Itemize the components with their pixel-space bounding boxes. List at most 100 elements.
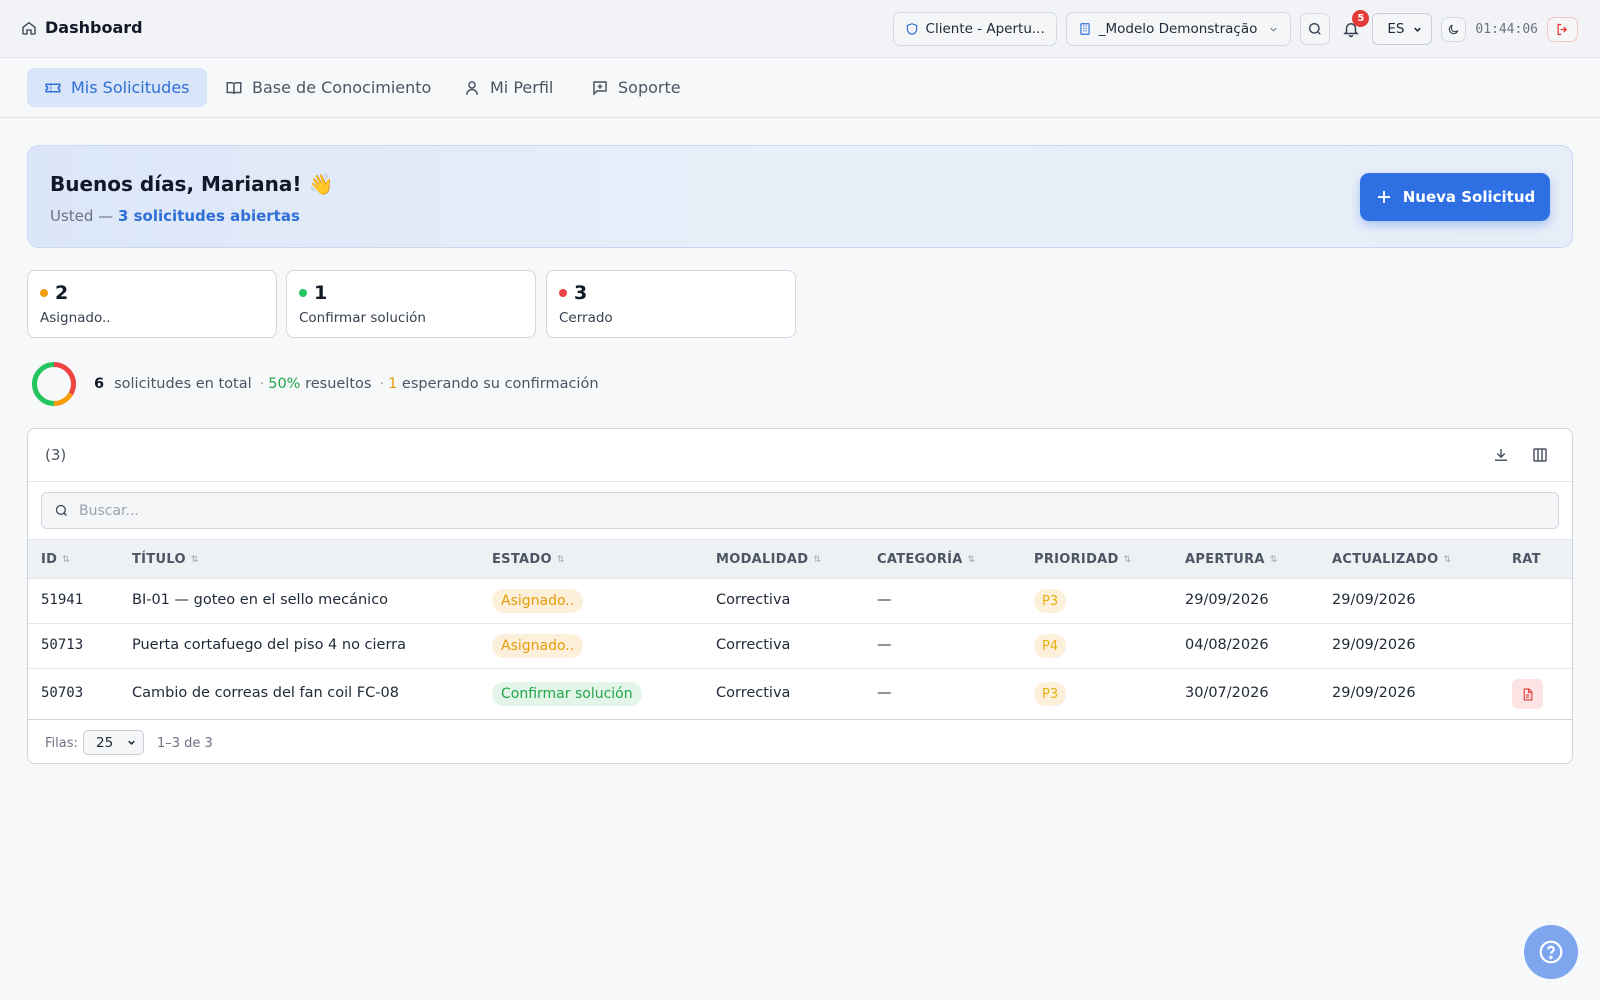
table-row[interactable]: 51941 BI-01 — goteo en el sello mecánico…: [28, 579, 1572, 624]
status-dot: [40, 289, 48, 297]
stat-label: Asignado..: [40, 310, 111, 326]
theme-toggle[interactable]: [1441, 16, 1467, 42]
separator: ·: [259, 376, 265, 392]
column-header-titulo[interactable]: TÍTULO ⇅: [132, 552, 199, 567]
columns-icon[interactable]: [1531, 446, 1549, 464]
tab-base-de-conocimiento[interactable]: Base de Conocimiento: [208, 68, 448, 107]
brand[interactable]: Dashboard: [21, 18, 143, 37]
cell-title: Cambio de correas del fan coil FC-08: [132, 685, 399, 701]
column-label: MODALIDAD: [716, 552, 809, 567]
new-request-button[interactable]: Nueva Solicitud: [1360, 173, 1550, 221]
column-header-estado[interactable]: ESTADO ⇅: [492, 552, 565, 567]
stat-value: 3: [574, 282, 588, 304]
top-right-controls: Cliente - Apertu... _Modelo Demonstração…: [892, 10, 1578, 46]
shield-icon: [906, 23, 917, 35]
cell-category: —: [877, 592, 892, 608]
table-footer: Filas: 25 1–3 de 3: [28, 719, 1572, 763]
notification-badge: 5: [1352, 10, 1370, 27]
table-row[interactable]: 50703 Cambio de correas del fan coil FC-…: [28, 669, 1572, 719]
tab-mi-perfil[interactable]: Mi Perfil: [446, 68, 570, 107]
sort-icon: ⇅: [62, 554, 71, 565]
moon-icon: [1449, 24, 1459, 34]
column-label: APERTURA: [1185, 552, 1265, 567]
search-button[interactable]: [1300, 13, 1331, 45]
column-header-actualizado[interactable]: ACTUALIZADO ⇅: [1332, 552, 1451, 567]
column-header-rat: RAT: [1512, 552, 1541, 567]
ticket-icon: [45, 83, 61, 92]
greeting-prefix: Usted —: [50, 207, 118, 225]
table-row[interactable]: 50713 Puerta cortafuego del piso 4 no ci…: [28, 624, 1572, 669]
column-label: ID: [41, 552, 58, 567]
logout-icon: [1557, 23, 1568, 35]
column-label: CATEGORÍA: [877, 552, 963, 567]
column-label: TÍTULO: [132, 552, 186, 567]
column-header-id[interactable]: ID ⇅: [41, 552, 70, 567]
sort-icon: ⇅: [556, 554, 565, 565]
cell-updated: 29/09/2026: [1332, 685, 1416, 701]
sort-icon: ⇅: [1443, 554, 1452, 565]
stat-label: Cerrado: [559, 310, 613, 326]
open-requests-link[interactable]: 3 solicitudes abiertas: [118, 207, 300, 225]
sort-icon: ⇅: [190, 554, 199, 565]
download-icon[interactable]: [1492, 446, 1510, 464]
column-header-apertura[interactable]: APERTURA ⇅: [1185, 552, 1278, 567]
tab-label: Soporte: [618, 78, 681, 97]
role-label: Cliente - Apertu...: [925, 21, 1045, 37]
column-header-categoria[interactable]: CATEGORÍA ⇅: [877, 552, 976, 567]
language-select[interactable]: ES: [1372, 13, 1433, 45]
priority-badge: P4: [1034, 634, 1067, 658]
role-selector[interactable]: Cliente - Apertu...: [892, 12, 1057, 46]
rows-per-page-select[interactable]: 25: [83, 730, 144, 755]
status-badge: Confirmar solución: [492, 682, 642, 706]
status-dot: [559, 289, 567, 297]
resolved-percent: 50%: [268, 376, 301, 392]
rows-label: Filas:: [45, 736, 78, 751]
sort-icon: ⇅: [1123, 554, 1132, 565]
logout-button[interactable]: [1547, 16, 1578, 42]
new-request-label: Nueva Solicitud: [1402, 188, 1536, 206]
cell-modality: Correctiva: [716, 592, 791, 608]
stat-label: Confirmar solución: [299, 310, 426, 326]
message-plus-icon: [593, 80, 607, 96]
sort-icon: ⇅: [967, 554, 976, 565]
language-value: ES: [1387, 21, 1405, 37]
sort-icon: ⇅: [1269, 554, 1278, 565]
search-icon: [55, 504, 67, 516]
tab-mis-solicitudes[interactable]: Mis Solicitudes: [27, 68, 207, 107]
org-selector[interactable]: _Modelo Demonstração: [1065, 12, 1292, 46]
total-label: solicitudes en total: [114, 376, 252, 392]
total-count: 6: [94, 376, 105, 392]
help-circle-icon: [1539, 940, 1563, 964]
column-label: ESTADO: [492, 552, 552, 567]
stat-card-asignado[interactable]: 2 Asignado..: [27, 270, 277, 338]
cell-updated: 29/09/2026: [1332, 637, 1416, 653]
resolved-label: resueltos: [305, 376, 372, 392]
waiting-count: 1: [388, 376, 398, 392]
cell-category: —: [877, 685, 892, 701]
help-button[interactable]: [1524, 925, 1578, 979]
cell-modality: Correctiva: [716, 637, 791, 653]
greeting-title: Buenos días, Mariana! 👋: [50, 172, 334, 196]
table-header: ID ⇅ TÍTULO ⇅ ESTADO ⇅ MODALIDAD ⇅ CATEGORÍA…: [28, 539, 1572, 579]
cell-id: 50703: [41, 685, 84, 701]
column-header-prioridad[interactable]: PRIORIDAD ⇅: [1034, 552, 1131, 567]
book-icon: [226, 81, 242, 94]
cell-id: 50713: [41, 637, 84, 653]
cell-category: —: [877, 637, 892, 653]
home-icon: [22, 21, 36, 35]
search-field[interactable]: [41, 492, 1559, 529]
chevron-down-icon: [1414, 27, 1422, 32]
search-icon: [1309, 23, 1322, 35]
notifications-button[interactable]: 5: [1339, 10, 1370, 45]
tab-soporte[interactable]: Soporte: [574, 68, 698, 107]
stat-value: 1: [314, 282, 328, 304]
result-count: (3): [45, 446, 67, 464]
stat-card-confirmar[interactable]: 1 Confirmar solución: [286, 270, 536, 338]
rat-pdf-button[interactable]: [1512, 679, 1543, 709]
stat-card-cerrado[interactable]: 3 Cerrado: [546, 270, 796, 338]
status-badge: Asignado..: [492, 589, 584, 613]
column-header-modalidad[interactable]: MODALIDAD ⇅: [716, 552, 821, 567]
nav-tabs: Mis Solicitudes Base de Conocimiento Mi …: [0, 58, 1600, 118]
column-label: RAT: [1512, 552, 1541, 567]
search-input[interactable]: [79, 502, 1479, 519]
